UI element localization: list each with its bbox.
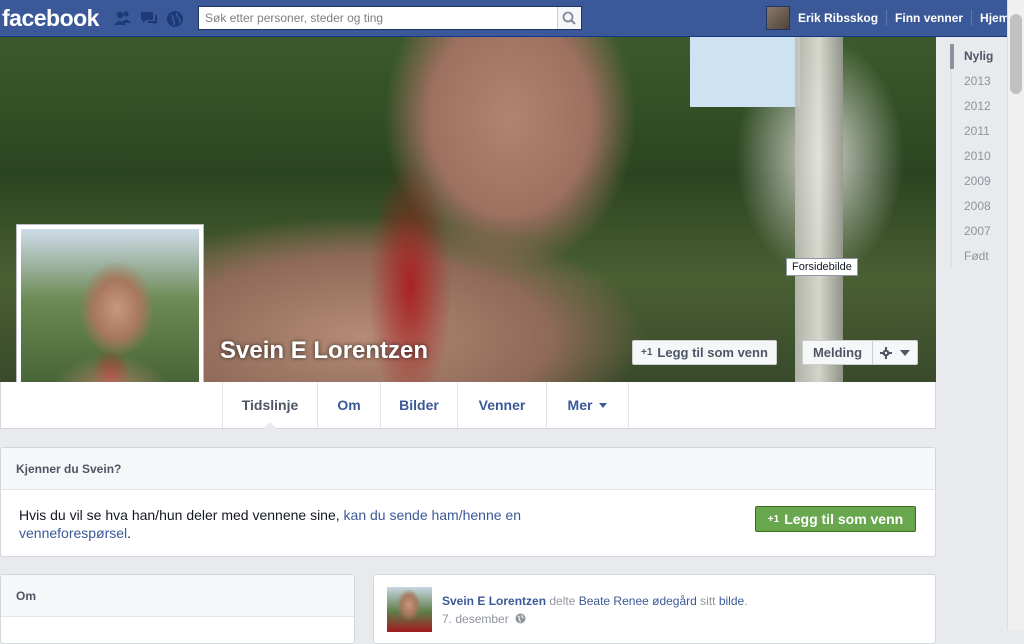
settings-dropdown-button[interactable] (872, 340, 918, 365)
message-label: Melding (812, 345, 863, 360)
timeline-year-nav: Nylig 2013 2012 2011 2010 2009 2008 2007… (950, 44, 1005, 269)
tab-timeline[interactable]: Tidslinje (222, 382, 317, 429)
top-navigation-bar: facebook Erik Ribsskog Finn venner Hjem (0, 0, 1024, 37)
profile-picture-image (21, 229, 199, 407)
tab-label: Om (337, 397, 361, 413)
tab-label: Mer (567, 397, 593, 413)
user-nav: Erik Ribsskog Finn venner Hjem (766, 6, 1017, 30)
chevron-down-icon (599, 402, 608, 408)
timeline-nav-item[interactable]: 2007 (950, 219, 1005, 244)
post-object-link[interactable]: bilde (719, 594, 744, 608)
timeline-nav-item[interactable]: 2011 (950, 119, 1005, 144)
post-mid: sitt (696, 594, 719, 608)
about-card: Om (0, 574, 355, 644)
timeline-nav-item[interactable]: 2012 (950, 94, 1005, 119)
message-button[interactable]: Melding (802, 340, 872, 365)
notifications-globe-icon[interactable] (166, 10, 184, 27)
tab-label: Tidslinje (241, 397, 299, 413)
know-person-card: Kjenner du Svein? Hvis du vil se hva han… (0, 447, 936, 557)
timeline-nav-item[interactable]: 2010 (950, 144, 1005, 169)
tab-about[interactable]: Om (317, 382, 380, 428)
timeline-nav-item[interactable]: 2013 (950, 69, 1005, 94)
user-name-link[interactable]: Erik Ribsskog (790, 11, 886, 25)
post-timestamp[interactable]: 7. desember (442, 612, 526, 626)
public-globe-icon (515, 613, 526, 624)
search-bar (198, 6, 582, 30)
post-verb: delte (546, 594, 579, 608)
add-friend-green-label: Legg til som venn (784, 511, 904, 527)
cover-photo-tooltip: Forsidebilde (786, 258, 858, 276)
timeline-post: Svein E Lorentzen delte Beate Renee ødeg… (373, 574, 936, 644)
tab-label: Bilder (399, 397, 439, 413)
know-card-header: Kjenner du Svein? (1, 448, 935, 490)
post-author-avatar[interactable] (387, 587, 432, 632)
post-author-link[interactable]: Svein E Lorentzen (442, 594, 546, 608)
cover-sky (690, 37, 800, 107)
friend-requests-icon[interactable] (114, 10, 132, 26)
search-button[interactable] (557, 7, 581, 29)
timeline-nav-item[interactable]: Født (950, 244, 1005, 269)
scrollbar-thumb[interactable] (1010, 14, 1022, 94)
search-icon (562, 11, 576, 25)
post-date-text: 7. desember (442, 612, 509, 626)
add-friend-icon: +1 (767, 513, 780, 525)
add-friend-button[interactable]: +1 Legg til som venn (632, 340, 777, 365)
tab-friends[interactable]: Venner (457, 382, 546, 428)
tab-label: Venner (478, 397, 526, 413)
gear-icon (880, 346, 892, 359)
facebook-logo[interactable]: facebook (2, 5, 99, 32)
active-tab-indicator (263, 422, 277, 429)
page-scrollbar[interactable] (1007, 0, 1024, 630)
chevron-down-icon (900, 349, 910, 356)
add-friend-green-button[interactable]: +1 Legg til som venn (755, 506, 916, 532)
timeline-nav-item[interactable]: 2008 (950, 194, 1005, 219)
know-card-text-end: . (127, 525, 132, 541)
cover-tree (795, 37, 843, 382)
timeline-nav-item[interactable]: Nylig (950, 44, 1005, 69)
user-avatar[interactable] (766, 6, 790, 30)
know-card-text-plain: Hvis du vil se hva han/hun deler med ven… (19, 507, 344, 523)
profile-tabs: Tidslinje Om Bilder Venner Mer (0, 382, 936, 429)
about-card-header: Om (1, 575, 354, 617)
tab-photos[interactable]: Bilder (380, 382, 457, 428)
tab-more[interactable]: Mer (546, 382, 629, 428)
cover-detail (330, 37, 530, 382)
timeline-nav-item[interactable]: 2009 (950, 169, 1005, 194)
know-card-text: Hvis du vil se hva han/hun deler med ven… (19, 506, 539, 542)
profile-name[interactable]: Svein E Lorentzen (220, 337, 428, 365)
add-friend-icon: +1 (641, 347, 653, 358)
post-header: Svein E Lorentzen delte Beate Renee ødeg… (442, 594, 748, 608)
messages-icon[interactable] (140, 10, 158, 26)
search-input[interactable] (199, 7, 557, 29)
post-end: . (744, 594, 748, 608)
post-target-link[interactable]: Beate Renee ødegård (579, 594, 697, 608)
find-friends-link[interactable]: Finn venner (887, 11, 971, 25)
add-friend-label: Legg til som venn (657, 345, 768, 360)
